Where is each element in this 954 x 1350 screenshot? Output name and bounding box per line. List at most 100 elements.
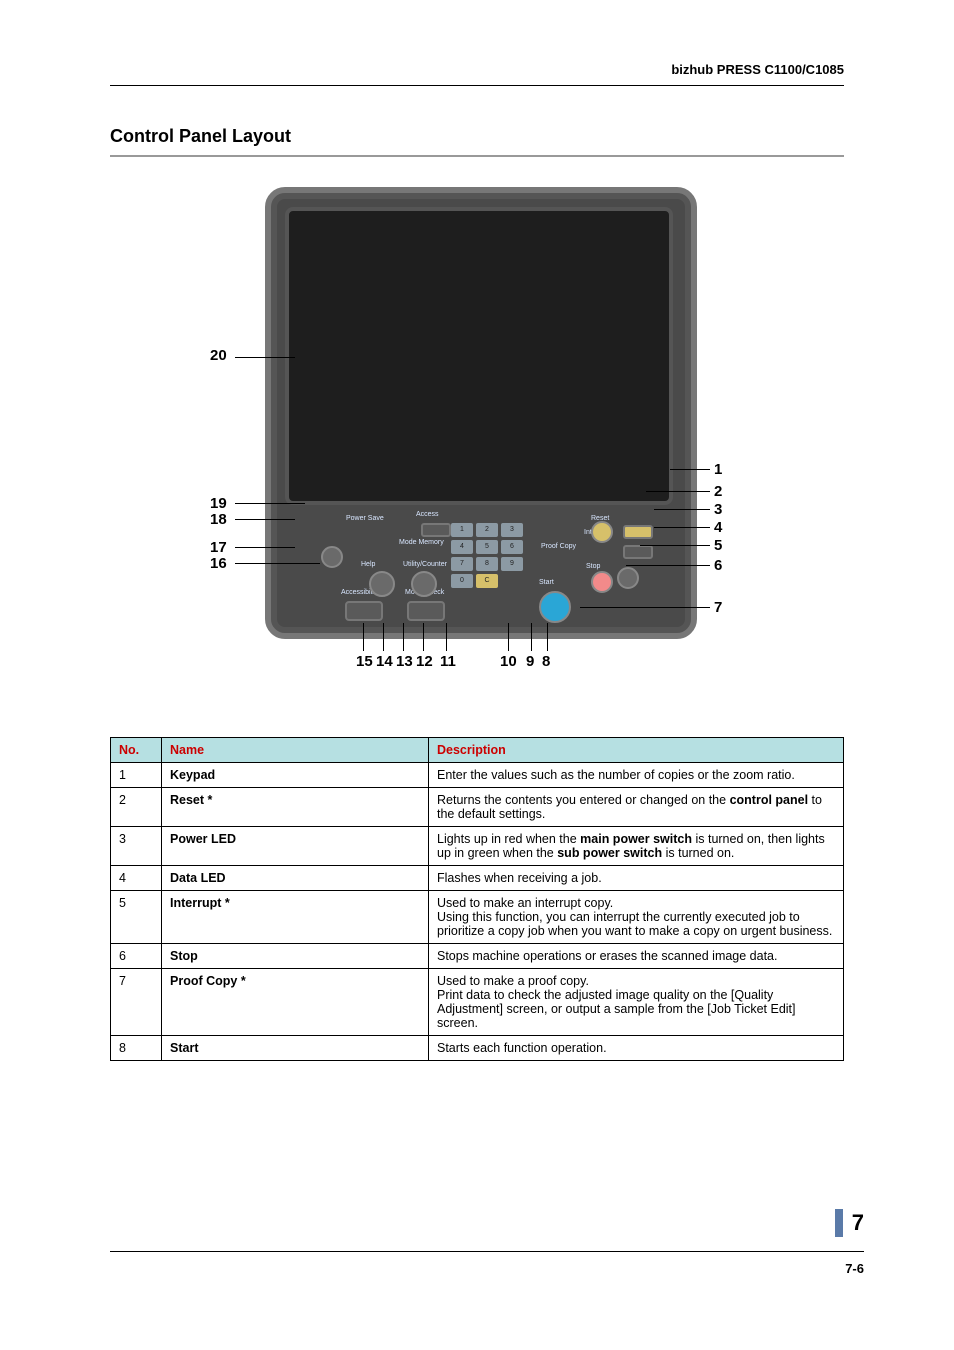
callout-13: 13 <box>396 653 413 670</box>
key-4: 4 <box>451 540 473 554</box>
description-table: No. Name Description 1KeypadEnter the va… <box>110 737 844 1061</box>
brightness-button <box>321 546 343 568</box>
page-number: 7-6 <box>845 1261 864 1276</box>
table-row: 1KeypadEnter the values such as the numb… <box>111 763 844 788</box>
callout-12: 12 <box>416 653 433 670</box>
callout-7: 7 <box>714 599 722 616</box>
utility-button <box>411 571 437 597</box>
control-panel: Power Save Access Reset Mode Memory Proo… <box>265 187 697 639</box>
table-row: 3Power LEDLights up in red when the main… <box>111 827 844 866</box>
callout-2: 2 <box>714 483 722 500</box>
callout-line <box>235 503 305 504</box>
header-model: bizhub PRESS C1100/C1085 <box>110 62 844 86</box>
key-5: 5 <box>476 540 498 554</box>
callout-15: 15 <box>356 653 373 670</box>
mode-check-button <box>407 601 445 621</box>
title-rule <box>110 155 844 157</box>
reset-button <box>591 521 613 543</box>
data-led <box>623 545 653 559</box>
cell-no: 4 <box>111 866 162 891</box>
footer-rule <box>110 1251 864 1252</box>
callout-line <box>508 623 509 651</box>
button-deck: Power Save Access Reset Mode Memory Proo… <box>291 511 671 621</box>
th-no: No. <box>111 738 162 763</box>
callout-line <box>235 563 320 564</box>
callout-line <box>580 607 710 608</box>
cell-name: Stop <box>162 944 429 969</box>
cell-description: Returns the contents you entered or chan… <box>429 788 844 827</box>
callout-20: 20 <box>210 347 227 364</box>
callout-line <box>531 623 532 651</box>
chapter-number: 7 <box>852 1209 864 1237</box>
cell-no: 6 <box>111 944 162 969</box>
key-9: 9 <box>501 557 523 571</box>
callout-line <box>363 623 364 651</box>
callout-line <box>547 623 548 651</box>
callout-line <box>383 623 384 651</box>
label-utility: Utility/Counter <box>403 561 447 568</box>
control-panel-figure: Power Save Access Reset Mode Memory Proo… <box>110 187 844 717</box>
access-indicator <box>421 523 451 537</box>
callout-line <box>446 623 447 651</box>
cell-name: Data LED <box>162 866 429 891</box>
key-0: 0 <box>451 574 473 588</box>
key-2: 2 <box>476 523 498 537</box>
label-access: Access <box>416 511 439 518</box>
section-title: Control Panel Layout <box>110 126 844 147</box>
callout-line <box>654 509 710 510</box>
cell-name: Reset * <box>162 788 429 827</box>
accessibility-button <box>345 601 383 621</box>
callout-line <box>423 623 424 651</box>
key-6: 6 <box>501 540 523 554</box>
footer: 7 7-6 <box>110 1211 844 1281</box>
callout-line <box>235 547 295 548</box>
callout-8: 8 <box>542 653 550 670</box>
cell-description: Starts each function operation. <box>429 1036 844 1061</box>
th-desc: Description <box>429 738 844 763</box>
table-row: 7Proof Copy *Used to make a proof copy.P… <box>111 969 844 1036</box>
power-led <box>623 525 653 539</box>
cell-no: 5 <box>111 891 162 944</box>
callout-line <box>626 565 710 566</box>
cell-description: Flashes when receiving a job. <box>429 866 844 891</box>
table-row: 4Data LEDFlashes when receiving a job. <box>111 866 844 891</box>
cell-description: Stops machine operations or erases the s… <box>429 944 844 969</box>
label-proof-copy: Proof Copy <box>541 543 576 550</box>
callout-18: 18 <box>210 511 227 528</box>
key-3: 3 <box>501 523 523 537</box>
key-c: C <box>476 574 498 588</box>
callout-line <box>640 545 710 546</box>
callout-6: 6 <box>714 557 722 574</box>
label-power-save: Power Save <box>346 515 384 522</box>
cell-name: Interrupt * <box>162 891 429 944</box>
chapter-bar <box>835 1209 843 1237</box>
cell-description: Lights up in red when the main power swi… <box>429 827 844 866</box>
callout-line <box>654 527 710 528</box>
callout-5: 5 <box>714 537 722 554</box>
callout-10: 10 <box>500 653 517 670</box>
stop-button <box>591 571 613 593</box>
callout-line <box>646 491 710 492</box>
cell-name: Power LED <box>162 827 429 866</box>
cell-description: Used to make a proof copy.Print data to … <box>429 969 844 1036</box>
chapter-badge: 7 <box>835 1209 864 1237</box>
callout-line <box>403 623 404 651</box>
callout-11: 11 <box>440 653 456 670</box>
key-8: 8 <box>476 557 498 571</box>
label-stop: Stop <box>586 563 600 570</box>
key-7: 7 <box>451 557 473 571</box>
cell-no: 2 <box>111 788 162 827</box>
callout-3: 3 <box>714 501 722 518</box>
callout-line <box>670 469 710 470</box>
callout-19: 19 <box>210 495 227 512</box>
th-name: Name <box>162 738 429 763</box>
callout-4: 4 <box>714 519 722 536</box>
cell-no: 1 <box>111 763 162 788</box>
callout-14: 14 <box>376 653 393 670</box>
callout-16: 16 <box>210 555 227 572</box>
callout-1: 1 <box>714 461 722 478</box>
callout-9: 9 <box>526 653 534 670</box>
key-1: 1 <box>451 523 473 537</box>
cell-no: 3 <box>111 827 162 866</box>
table-row: 8StartStarts each function operation. <box>111 1036 844 1061</box>
